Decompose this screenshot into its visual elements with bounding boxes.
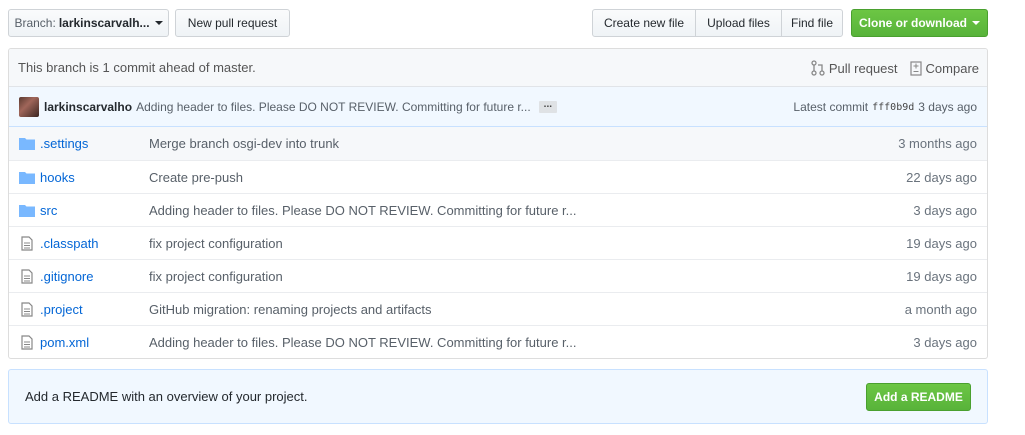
file-name[interactable]: src <box>40 203 149 218</box>
branch-status-bar: This branch is 1 commit ahead of master.… <box>9 49 987 87</box>
file-age: a month ago <box>904 301 977 317</box>
file-age: 19 days ago <box>906 268 977 284</box>
table-row: hooks Create pre-push 22 days ago <box>9 160 987 193</box>
table-row: src Adding header to files. Please DO NO… <box>9 193 987 226</box>
pull-request-link[interactable]: Pull request <box>811 60 898 76</box>
pull-request-icon <box>811 60 825 76</box>
file-name[interactable]: .gitignore <box>40 269 149 284</box>
file-icon <box>19 235 35 251</box>
file-commit-message[interactable]: Create pre-push <box>149 170 243 185</box>
file-age: 22 days ago <box>906 169 977 185</box>
avatar[interactable] <box>19 96 39 117</box>
file-commit-message[interactable]: fix project configuration <box>149 236 283 251</box>
new-pull-request-button[interactable]: New pull request <box>175 9 290 37</box>
file-age: 3 months ago <box>898 136 977 151</box>
pull-request-label: Pull request <box>828 60 898 76</box>
branch-label: Branch: <box>14 16 56 30</box>
compare-link[interactable]: Compare <box>909 60 979 76</box>
commit-age: 3 days ago <box>918 100 977 114</box>
compare-label: Compare <box>925 60 979 76</box>
file-name[interactable]: .settings <box>40 136 149 151</box>
file-commit-message[interactable]: Adding header to files. Please DO NOT RE… <box>149 203 577 218</box>
file-icon <box>19 334 35 350</box>
clone-or-download-button[interactable]: Clone or download <box>851 9 988 37</box>
chevron-down-icon <box>154 21 163 25</box>
readme-prompt-text: Add a README with an overview of your pr… <box>25 389 308 404</box>
readme-prompt: Add a README with an overview of your pr… <box>8 369 988 424</box>
folder-icon <box>19 137 35 150</box>
branch-status-message: This branch is 1 commit ahead of master. <box>18 60 256 75</box>
commit-message[interactable]: Adding header to files. Please DO NOT RE… <box>136 100 531 114</box>
file-name[interactable]: pom.xml <box>40 335 149 350</box>
create-new-file-button[interactable]: Create new file <box>592 9 696 37</box>
latest-commit-bar: larkinscarvalho Adding header to files. … <box>9 87 987 127</box>
file-age: 3 days ago <box>913 334 977 350</box>
branch-name: larkinscarvalh... <box>58 16 150 30</box>
compare-icon <box>909 61 922 76</box>
commit-expand-button[interactable]: ... <box>538 99 558 113</box>
folder-icon <box>19 171 35 184</box>
file-name[interactable]: hooks <box>40 170 149 185</box>
file-name[interactable]: .project <box>40 302 149 317</box>
clone-label: Clone or download <box>859 16 967 30</box>
file-commit-message[interactable]: Merge branch osgi-dev into trunk <box>149 136 339 151</box>
branch-select-button[interactable]: Branch: larkinscarvalh... <box>8 9 169 37</box>
latest-commit-label: Latest commit <box>793 100 869 114</box>
file-icon <box>19 268 35 284</box>
file-age: 19 days ago <box>906 235 977 251</box>
folder-icon <box>19 204 35 217</box>
upload-files-button[interactable]: Upload files <box>695 9 782 37</box>
commit-sha[interactable]: fff0b9d <box>872 102 914 113</box>
file-icon <box>19 301 35 317</box>
table-row: .gitignore fix project configuration 19 … <box>9 259 987 292</box>
find-file-button[interactable]: Find file <box>781 9 843 37</box>
chevron-down-icon <box>972 21 980 25</box>
table-row: .classpath fix project configuration 19 … <box>9 226 987 259</box>
file-list: .settings Merge branch osgi-dev into tru… <box>9 127 987 358</box>
table-row: pom.xml Adding header to files. Please D… <box>9 325 987 358</box>
file-navigation-box: This branch is 1 commit ahead of master.… <box>8 48 988 359</box>
file-age: 3 days ago <box>913 202 977 218</box>
table-row: .settings Merge branch osgi-dev into tru… <box>9 127 987 160</box>
file-commit-message[interactable]: Adding header to files. Please DO NOT RE… <box>149 335 577 350</box>
file-commit-message[interactable]: fix project configuration <box>149 269 283 284</box>
file-commit-message[interactable]: GitHub migration: renaming projects and … <box>149 302 432 317</box>
table-row: .project GitHub migration: renaming proj… <box>9 292 987 325</box>
file-name[interactable]: .classpath <box>40 236 149 251</box>
file-actions-group: Create new file Upload files Find file <box>592 9 843 37</box>
add-readme-button[interactable]: Add a README <box>866 383 971 411</box>
commit-author[interactable]: larkinscarvalho <box>44 100 132 114</box>
